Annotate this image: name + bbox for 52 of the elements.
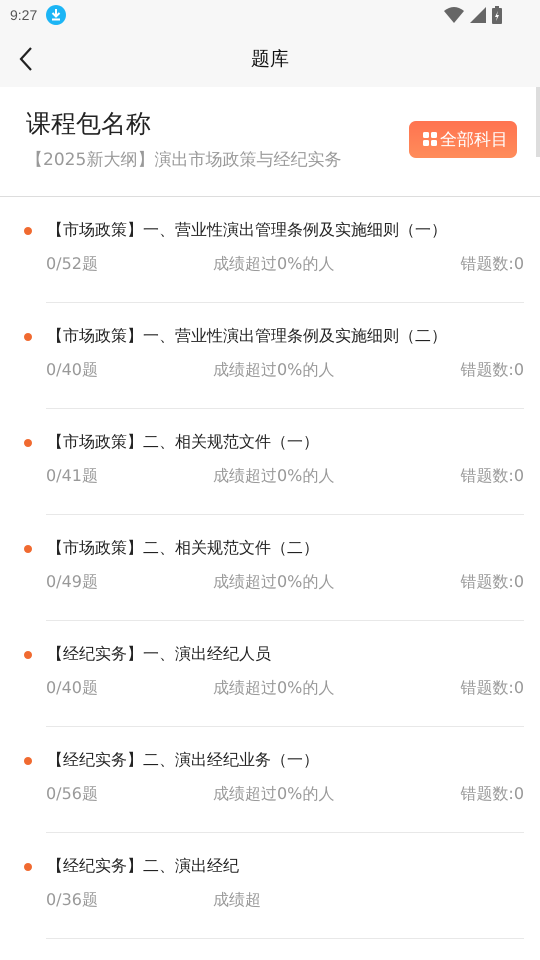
chapter-item[interactable]: 【经纪实务】二、演出经纪业务（一） 0/56题 成绩超过0%的人 错题数:0	[0, 727, 540, 833]
wrong-count: 错题数:0	[460, 466, 524, 487]
chapter-title: 【经纪实务】二、演出经纪业务（一）	[47, 750, 319, 771]
question-count: 0/52题	[46, 254, 98, 275]
question-count: 0/36题	[46, 890, 98, 911]
bullet-dot	[24, 544, 32, 552]
question-count: 0/40题	[46, 360, 98, 381]
chapter-item[interactable]: 【经纪实务】二、演出经纪 0/36题 成绩超	[0, 833, 540, 939]
wrong-count: 错题数:0	[460, 678, 524, 699]
question-count: 0/49题	[46, 572, 98, 593]
question-count: 0/40题	[46, 678, 98, 699]
question-count: 0/41题	[46, 466, 98, 487]
page-title: 题库	[251, 46, 289, 72]
score-rank: 成绩超过0%的人	[213, 784, 334, 805]
wrong-count: 错题数:0	[460, 572, 524, 593]
score-rank: 成绩超过0%的人	[213, 254, 334, 275]
download-icon	[46, 5, 66, 25]
back-icon[interactable]	[19, 47, 33, 71]
bullet-dot	[24, 862, 32, 870]
score-rank: 成绩超过0%的人	[213, 678, 334, 699]
score-rank: 成绩超过0%的人	[213, 360, 334, 381]
grid-icon	[423, 132, 437, 146]
battery-icon	[492, 6, 502, 24]
score-rank: 成绩超过0%的人	[213, 466, 334, 487]
scrollbar	[536, 87, 540, 157]
bullet-dot	[24, 438, 32, 446]
chapter-title: 【市场政策】一、营业性演出管理条例及实施细则（一）	[47, 220, 447, 241]
chapter-item[interactable]: 【市场政策】二、相关规范文件（一） 0/41题 成绩超过0%的人 错题数:0	[0, 409, 540, 515]
chapter-item[interactable]: 【经纪实务】一、演出经纪人员 0/40题 成绩超过0%的人 错题数:0	[0, 621, 540, 727]
course-name: 课程包名称	[26, 108, 152, 140]
question-count: 0/56题	[46, 784, 98, 805]
chapter-title: 【市场政策】二、相关规范文件（一）	[47, 432, 319, 453]
bullet-dot	[24, 226, 32, 234]
wrong-count: 错题数:0	[460, 784, 524, 805]
wifi-icon	[444, 7, 464, 23]
bullet-dot	[24, 332, 32, 340]
bullet-dot	[24, 650, 32, 658]
score-rank: 成绩超过0%的人	[213, 572, 334, 593]
wrong-count: 错题数:0	[460, 360, 524, 381]
status-time: 9:27	[10, 7, 38, 23]
signal-icon	[470, 7, 486, 23]
score-rank: 成绩超	[213, 890, 261, 911]
chapter-title: 【市场政策】二、相关规范文件（二）	[47, 538, 319, 559]
chapter-item[interactable]: 【市场政策】二、相关规范文件（二） 0/49题 成绩超过0%的人 错题数:0	[0, 515, 540, 621]
chapter-item[interactable]: 【市场政策】一、营业性演出管理条例及实施细则（一） 0/52题 成绩超过0%的人 错题数:0	[0, 197, 540, 303]
bullet-dot	[24, 756, 32, 764]
course-subtitle: 【2025新大纲】演出市场政策与经纪实务	[26, 149, 342, 171]
chapter-title: 【经纪实务】二、演出经纪	[47, 856, 239, 877]
chapter-title: 【经纪实务】一、演出经纪人员	[47, 644, 271, 665]
wrong-count: 错题数:0	[460, 254, 524, 275]
chapter-item[interactable]: 【市场政策】一、营业性演出管理条例及实施细则（二） 0/40题 成绩超过0%的人 错题数:0	[0, 303, 540, 409]
chapter-title: 【市场政策】一、营业性演出管理条例及实施细则（二）	[47, 326, 447, 347]
